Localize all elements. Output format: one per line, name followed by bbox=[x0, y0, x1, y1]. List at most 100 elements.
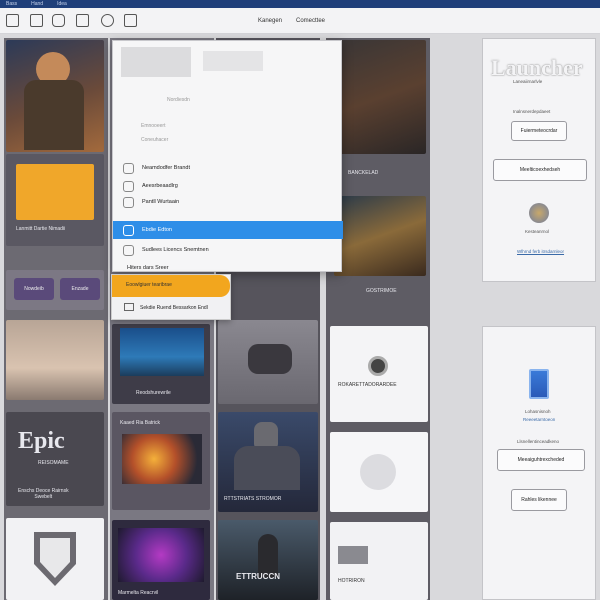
white-gear-tile[interactable] bbox=[330, 432, 428, 512]
shield-icon bbox=[34, 532, 76, 586]
lower-app-sub: Reeeetarntoeon bbox=[523, 417, 556, 422]
lower-button-2[interactable]: Rahles likennee bbox=[511, 489, 567, 511]
context-menu: Nordiesdn Emnooeert Coneuhacer Neamdodfe… bbox=[112, 40, 343, 272]
epic-subtitle: REISOMAME bbox=[38, 460, 69, 466]
menu-item[interactable]: Idea bbox=[57, 1, 67, 7]
yellow-card-label: Lanmitt Dartie Nimadii bbox=[16, 226, 66, 232]
app-window: Bass Hand Idea Kanegen Comecttee Lanmitt… bbox=[0, 0, 600, 600]
lower-panel: Lohasnisnoh Reeeetarntoeon Llsnellentinc… bbox=[482, 326, 596, 600]
menu-item[interactable]: Neamdodfer Brandt bbox=[113, 159, 343, 177]
hero-soldier-tile[interactable] bbox=[6, 40, 104, 152]
sofa-shape bbox=[338, 546, 368, 564]
fire-label: Kaaed Ria Batrick bbox=[120, 420, 161, 426]
launcher-panel: Launcher Laneaiirnarlvle Inalnsnerdepdae… bbox=[482, 38, 596, 282]
submenu-icon bbox=[124, 303, 134, 311]
fire-tile[interactable]: Kaaed Ria Batrick bbox=[112, 412, 210, 510]
purple-tile[interactable]: Marmelta Reacrvil bbox=[112, 520, 210, 600]
menu-item-label: Ebdie Edton bbox=[142, 227, 172, 233]
hero-body-shape bbox=[24, 80, 84, 150]
window-icon[interactable] bbox=[124, 14, 137, 27]
cave-tile[interactable] bbox=[334, 196, 426, 276]
item-icon bbox=[123, 224, 134, 236]
menu-item[interactable]: Sudlees Licencs Snemtnen bbox=[113, 241, 343, 259]
toolbar-label-comecttee[interactable]: Comecttee bbox=[296, 18, 325, 24]
sunset-tile[interactable] bbox=[6, 320, 104, 400]
crop-icon[interactable] bbox=[6, 14, 19, 27]
menu-header-row: Emnooeert bbox=[141, 123, 166, 129]
mech-tile[interactable] bbox=[218, 320, 318, 404]
submenu-row[interactable]: Sekdie Ruend Bessarkon Endl bbox=[140, 305, 208, 311]
yellow-card-tile[interactable]: Lanmitt Dartie Nimadii bbox=[6, 154, 104, 246]
menu-item-label: Neamdodfer Brandt bbox=[142, 165, 190, 171]
armored-soldier-label: RTTSTRIATS STROMOR bbox=[224, 496, 282, 502]
yellow-card bbox=[16, 164, 94, 220]
menu-thumbnail-2 bbox=[203, 51, 263, 71]
submenu-highlight-label: Eoowlgiuer tearibrae bbox=[126, 282, 172, 288]
lower-button-1[interactable]: Meeaiguhtrexcheded bbox=[497, 449, 585, 471]
lower-caption: Llsnellentinceadkeno bbox=[517, 439, 560, 444]
fire-art bbox=[122, 434, 202, 484]
item-icon bbox=[123, 162, 134, 174]
underwater-tile[interactable]: Reodshurewrile bbox=[112, 324, 210, 404]
picture-icon[interactable] bbox=[76, 14, 89, 27]
dragon-tile[interactable]: BANCKELAD bbox=[338, 40, 426, 154]
epic-title: Epic bbox=[18, 428, 65, 454]
underwater-label: Reodshurewrile bbox=[136, 390, 171, 396]
camera-icon bbox=[368, 356, 388, 376]
menu-item-label: Pantll Wurtaain bbox=[142, 199, 180, 205]
menu-bar: Bass Hand Idea bbox=[0, 0, 600, 8]
purple-art bbox=[118, 528, 204, 582]
camera-tile[interactable]: ROKARETTADORARDEE bbox=[330, 326, 428, 422]
launcher-title: Launcher bbox=[491, 55, 583, 80]
device-icon bbox=[529, 369, 549, 399]
epic-logo-tile[interactable]: Epic REISOMAME Enschs Deoce Rairnsk Sweb… bbox=[6, 412, 104, 506]
disc-icon[interactable] bbox=[101, 14, 114, 27]
menu-item-label: Aeesrbeaadlrg bbox=[142, 183, 178, 189]
hooded-figure-label: ETTRUCCN bbox=[236, 572, 280, 581]
camera-label: ROKARETTADORARDEE bbox=[338, 382, 397, 388]
file-icon[interactable] bbox=[30, 14, 43, 27]
underwater-art bbox=[120, 328, 204, 376]
hooded-figure-tile[interactable]: ETTRUCCN bbox=[218, 520, 318, 600]
cave-label: GOSTRIMOE bbox=[366, 288, 397, 294]
shield-tile[interactable] bbox=[6, 518, 104, 600]
item-icon bbox=[123, 244, 134, 256]
item-icon bbox=[123, 196, 134, 208]
button-pair-tile: Nowdeib Enzade bbox=[6, 270, 104, 310]
toolbar-label-kanegen[interactable]: Kanegen bbox=[258, 18, 282, 24]
armored-soldier-tile[interactable]: RTTSTRIATS STROMOR bbox=[218, 412, 318, 512]
soldier-helmet-shape bbox=[254, 422, 278, 448]
enzade-button[interactable]: Enzade bbox=[60, 278, 100, 300]
purple-label: Marmelta Reacrvil bbox=[118, 590, 159, 596]
dragon-label: BANCKELAD bbox=[348, 170, 379, 176]
menu-item[interactable]: Hand bbox=[31, 1, 43, 7]
image-icon[interactable] bbox=[52, 14, 65, 27]
launcher-subtitle: Laneaiirnarlvle bbox=[513, 79, 543, 84]
sofa-label: HOTRIRON bbox=[338, 578, 365, 584]
launcher-caption: Inalnsnerdepdaeet bbox=[513, 109, 551, 114]
toolbar: Kanegen Comecttee bbox=[0, 8, 600, 34]
submenu-highlight[interactable]: Eoowlgiuer tearibrae bbox=[112, 275, 230, 297]
menu-item[interactable]: Bass bbox=[6, 1, 17, 7]
soldier-body-shape bbox=[234, 446, 300, 490]
nowdeib-button[interactable]: Nowdeib bbox=[14, 278, 54, 300]
menu-item-label: Hiters dars Sreer bbox=[127, 265, 169, 271]
launcher-button-2[interactable]: Meelticoexhedseh bbox=[493, 159, 587, 181]
menu-item-selected[interactable]: Ebdie Edton bbox=[113, 221, 343, 239]
menu-item-label: Sudlees Licencs Snemtnen bbox=[142, 247, 209, 253]
menu-header-row: Coneuhacer bbox=[141, 137, 169, 143]
epic-caption: Enschs Deoce Rairnsk Swebelt bbox=[18, 488, 69, 500]
lower-app-name: Lohasnisnoh bbox=[525, 409, 551, 414]
app-badge-icon bbox=[529, 203, 549, 223]
menu-thumbnail bbox=[121, 47, 191, 77]
menu-item[interactable]: Pantll Wurtaain bbox=[113, 193, 343, 211]
mech-shape bbox=[248, 344, 292, 374]
sofa-tile[interactable]: HOTRIRON bbox=[330, 522, 428, 600]
item-icon bbox=[123, 180, 134, 192]
launcher-button-1[interactable]: Fuiermeteocrdar bbox=[511, 121, 567, 141]
launcher-link[interactable]: Wlhrnd ferb itrsdarnleor bbox=[517, 249, 564, 254]
gear-icon bbox=[360, 454, 396, 490]
launcher-app-name: Kesteanrnol bbox=[525, 229, 550, 234]
menu-header-row: Nordiesdn bbox=[167, 97, 190, 103]
submenu: Eoowlgiuer tearibrae Sekdie Ruend Bessar… bbox=[111, 274, 231, 320]
